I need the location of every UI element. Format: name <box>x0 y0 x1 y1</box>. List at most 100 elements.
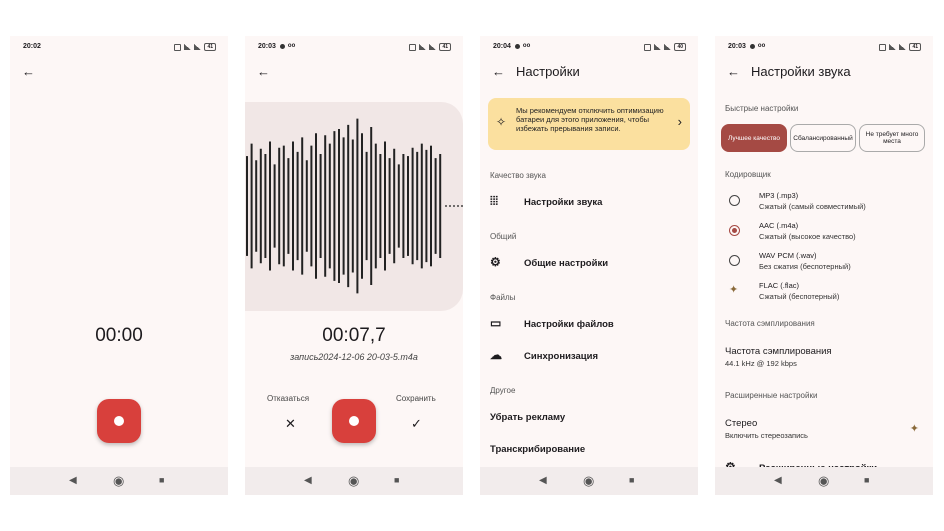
banner-text: Мы рекомендуем отключить оптимизацию бат… <box>516 106 664 133</box>
gear-icon: ⚙ <box>490 255 501 269</box>
cloud-sync-icon: ☁ <box>490 348 502 362</box>
nav-bar: ◀ ◉ ■ <box>480 467 698 495</box>
settings-item-sound[interactable]: ⦙⦙⦙ Настройки звука <box>490 194 688 212</box>
nav-home-icon[interactable]: ◉ <box>818 473 829 489</box>
back-arrow-icon[interactable]: ← <box>22 65 35 78</box>
sim-icon <box>644 43 652 51</box>
settings-item-files[interactable]: ▭ Настройки файлов <box>490 316 688 334</box>
status-bar: 20:03 oo 41 <box>245 42 463 54</box>
option-name: FLAC (.flac) <box>759 281 800 290</box>
recording-dot-icon <box>749 43 755 49</box>
record-timer: 00:00 <box>95 325 143 346</box>
battery-optimization-banner[interactable]: ✧ Мы рекомендуем отключить оптимизацию б… <box>488 98 690 150</box>
status-time: 20:02 <box>23 43 41 50</box>
option-name: WAV PCM (.wav) <box>759 251 817 260</box>
sampling-rate-item[interactable]: Частота сэмплирования 44.1 kHz @ 192 kbp… <box>725 346 832 368</box>
preset-best-quality[interactable]: Лучшее качество <box>721 124 787 152</box>
phone-screen-sound-settings: 20:03 oo 41 ← Настройки звука Быстрые нас… <box>715 36 933 495</box>
save-check-icon[interactable]: ✓ <box>411 416 422 432</box>
encoder-option-flac[interactable]: ✦ FLAC (.flac) Сжатый (беспотерный) <box>725 281 923 305</box>
radio-button[interactable] <box>729 255 740 266</box>
section-general: Общий <box>490 232 517 241</box>
folder-icon: ▭ <box>490 316 502 330</box>
back-arrow-icon[interactable]: ← <box>727 65 740 78</box>
sparkle-icon: ✦ <box>909 423 919 435</box>
settings-item-general[interactable]: ⚙ Общие настройки <box>490 255 688 273</box>
record-icon <box>114 416 124 426</box>
settings-item-label: Настройки файлов <box>524 319 614 330</box>
option-desc: Сжатый (беспотерный) <box>759 292 840 301</box>
nav-back-icon[interactable]: ◀ <box>539 475 547 486</box>
signal-icon <box>889 44 897 50</box>
recording-dot-icon <box>514 43 520 49</box>
sparkle-icon: ✦ <box>729 284 739 296</box>
battery-icon: 41 <box>909 43 921 51</box>
phone-screen-recording: 20:03 oo 41 ← 00:07,7 запись2024-12-06 20… <box>245 36 463 495</box>
quick-presets: Лучшее качество Сбалансированный Не треб… <box>721 124 925 152</box>
radio-button-selected[interactable] <box>729 225 740 236</box>
battery-icon: 41 <box>439 43 451 51</box>
status-bar: 20:02 41 <box>10 42 228 54</box>
nav-recents-icon[interactable]: ■ <box>394 475 399 485</box>
recording-dot-icon <box>279 43 285 49</box>
option-name: AAC (.m4a) <box>759 221 799 230</box>
nav-recents-icon[interactable]: ■ <box>864 475 869 485</box>
preset-space-saver[interactable]: Не требует много места <box>859 124 925 152</box>
record-button[interactable] <box>332 399 376 443</box>
nav-back-icon[interactable]: ◀ <box>304 475 312 486</box>
settings-item-transcribe[interactable]: Транскрибирование <box>490 441 688 459</box>
stereo-item[interactable]: Стерео Включить стереозапись <box>725 418 808 440</box>
back-arrow-icon[interactable]: ← <box>492 65 505 78</box>
signal-icon <box>184 44 192 50</box>
nav-home-icon[interactable]: ◉ <box>113 473 124 489</box>
nav-home-icon[interactable]: ◉ <box>583 473 594 489</box>
nav-recents-icon[interactable]: ■ <box>629 475 634 485</box>
option-desc: Сжатый (самый совместимый) <box>759 202 866 211</box>
signal-icon <box>899 44 907 50</box>
phone-screen-settings: 20:04 oo 40 ← Настройки ✧ Мы рекомендуем … <box>480 36 698 495</box>
signal-icon <box>429 44 437 50</box>
record-button[interactable] <box>97 399 141 443</box>
section-quick-settings: Быстрые настройки <box>725 104 799 113</box>
nav-home-icon[interactable]: ◉ <box>348 473 359 489</box>
encoder-option-wav[interactable]: WAV PCM (.wav) Без сжатия (беспотерный) <box>725 251 923 275</box>
preset-balanced[interactable]: Сбалансированный <box>790 124 856 152</box>
settings-item-sync[interactable]: ☁ Синхронизация <box>490 348 688 366</box>
option-desc: Сжатый (высокое качество) <box>759 232 856 241</box>
voicemail-icon: oo <box>287 43 296 50</box>
settings-item-label: Настройки звука <box>524 197 603 208</box>
nav-recents-icon[interactable]: ■ <box>159 475 164 485</box>
back-arrow-icon[interactable]: ← <box>257 65 270 78</box>
encoder-option-mp3[interactable]: MP3 (.mp3) Сжатый (самый совместимый) <box>725 191 923 215</box>
voicemail-icon: oo <box>522 43 531 50</box>
status-time: 20:04 oo <box>493 43 531 50</box>
section-encoder: Кодировщик <box>725 170 771 179</box>
nav-back-icon[interactable]: ◀ <box>69 475 77 486</box>
section-advanced: Расширенные настройки <box>725 391 818 400</box>
encoder-option-aac[interactable]: AAC (.m4a) Сжатый (высокое качество) <box>725 221 923 245</box>
sim-icon <box>174 43 182 51</box>
sampling-rate-value: 44.1 kHz @ 192 kbps <box>725 359 797 368</box>
settings-item-remove-ads[interactable]: Убрать рекламу <box>490 409 688 427</box>
phone-screen-recorder-idle: 20:02 41 ← 00:00 ◀ ◉ ■ <box>10 36 228 495</box>
chevron-right-icon: › <box>677 114 682 129</box>
voicemail-icon: oo <box>757 43 766 50</box>
signal-icon <box>194 44 202 50</box>
option-desc: Без сжатия (беспотерный) <box>759 262 851 271</box>
nav-bar: ◀ ◉ ■ <box>245 467 463 495</box>
settings-item-label: Транскрибирование <box>490 444 586 455</box>
signal-icon <box>664 44 672 50</box>
section-files: Файлы <box>490 293 516 302</box>
sampling-rate-title: Частота сэмплирования <box>725 346 832 357</box>
signal-icon <box>419 44 427 50</box>
cancel-label: Отказаться <box>267 394 310 403</box>
section-sampling: Частота сэмплирования <box>725 319 815 328</box>
settings-item-label: Убрать рекламу <box>490 412 566 423</box>
waveform <box>246 118 463 294</box>
nav-back-icon[interactable]: ◀ <box>774 475 782 486</box>
settings-item-label: Синхронизация <box>524 351 599 362</box>
radio-button[interactable] <box>729 195 740 206</box>
waveform-panel <box>245 102 463 311</box>
section-quality: Качество звука <box>490 171 546 180</box>
cancel-x-icon[interactable]: ✕ <box>285 416 296 432</box>
